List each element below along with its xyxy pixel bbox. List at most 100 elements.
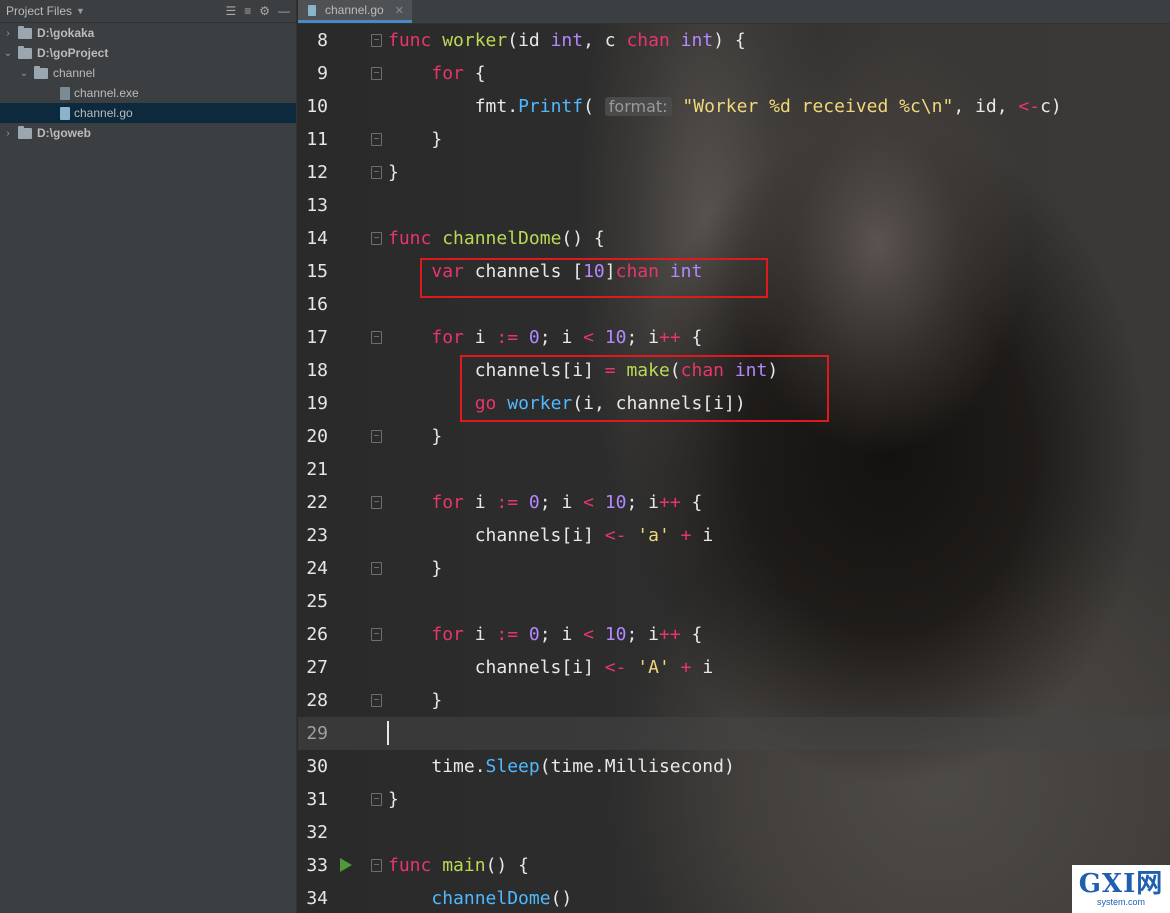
- project-view-selector[interactable]: Project Files ▼: [6, 4, 85, 18]
- tree-item-channel[interactable]: ⌄ channel: [0, 63, 296, 83]
- code-text: channelDome(): [388, 882, 572, 913]
- fold-icon[interactable]: −: [371, 562, 382, 575]
- code-line[interactable]: 13: [298, 189, 1170, 222]
- tree-item-label: channel.go: [74, 106, 133, 120]
- chevron-down-icon[interactable]: ⌄: [2, 48, 14, 59]
- fold-icon[interactable]: −: [371, 166, 382, 179]
- line-number: 8: [317, 30, 328, 51]
- code-token: {: [680, 327, 703, 348]
- folder-icon: [34, 65, 48, 79]
- code-token: channels[i]: [474, 657, 605, 678]
- tree-item-channel-exe[interactable]: channel.exe: [0, 83, 296, 103]
- number-literal: 0: [528, 492, 540, 513]
- code-token: () {: [485, 855, 529, 876]
- operator: <-: [604, 657, 627, 678]
- highlight-box-make-go: [460, 355, 829, 422]
- fold-icon[interactable]: −: [371, 34, 382, 47]
- gear-icon[interactable]: ⚙: [259, 4, 270, 18]
- line-number: 16: [306, 294, 328, 315]
- fold-icon[interactable]: −: [371, 694, 382, 707]
- code-token: }: [431, 129, 443, 150]
- code-line[interactable]: 24 − }: [298, 552, 1170, 585]
- expand-all-icon[interactable]: ☰: [225, 4, 236, 18]
- code-line[interactable]: 10 fmt.Printf( format: "Worker %d receiv…: [298, 90, 1170, 123]
- fold-icon[interactable]: −: [371, 628, 382, 641]
- function-call: channelDome: [431, 888, 551, 909]
- folder-icon: [18, 45, 32, 59]
- tree-item-goproject[interactable]: ⌄ D:\goProject: [0, 43, 296, 63]
- fold-icon[interactable]: −: [371, 859, 382, 872]
- code-line[interactable]: 21: [298, 453, 1170, 486]
- fold-icon[interactable]: −: [371, 232, 382, 245]
- code-line-current[interactable]: 29: [298, 717, 1170, 750]
- code-text: }: [388, 552, 442, 585]
- fold-icon[interactable]: −: [371, 67, 382, 80]
- code-line[interactable]: 14 − func channelDome() {: [298, 222, 1170, 255]
- line-number: 34: [306, 888, 328, 909]
- type-token: int: [680, 30, 714, 51]
- chevron-right-icon[interactable]: ›: [2, 28, 14, 39]
- chevron-down-icon[interactable]: ⌄: [18, 68, 30, 79]
- fold-icon[interactable]: −: [371, 133, 382, 146]
- tab-channel-go[interactable]: channel.go ✕: [298, 0, 412, 23]
- code-line[interactable]: 23 channels[i] <- 'a' + i: [298, 519, 1170, 552]
- go-file-icon: [308, 4, 316, 16]
- code-token: i: [463, 492, 497, 513]
- code-token: , c: [583, 30, 627, 51]
- fold-icon[interactable]: −: [371, 496, 382, 509]
- code-token: c): [1040, 96, 1062, 117]
- operator: ++: [659, 624, 681, 645]
- code-line[interactable]: 25: [298, 585, 1170, 618]
- code-line[interactable]: 12 − }: [298, 156, 1170, 189]
- rune-literal: 'A': [637, 657, 670, 678]
- code-line[interactable]: 26 − for i := 0; i < 10; i++ {: [298, 618, 1170, 651]
- code-token: }: [431, 426, 443, 447]
- code-line[interactable]: 11 − }: [298, 123, 1170, 156]
- code-line[interactable]: 34 channelDome(): [298, 882, 1170, 913]
- code-line[interactable]: 20 − }: [298, 420, 1170, 453]
- code-line[interactable]: 9 − for {: [298, 57, 1170, 90]
- run-icon[interactable]: [340, 858, 352, 872]
- code-line[interactable]: 30 time.Sleep(time.Millisecond): [298, 750, 1170, 783]
- string-literal: "Worker %d received %c\n": [682, 96, 954, 117]
- minimize-icon[interactable]: —: [278, 4, 290, 18]
- chevron-right-icon[interactable]: ›: [2, 128, 14, 139]
- operator: ++: [659, 492, 681, 513]
- code-line[interactable]: 8 − func worker(id int, c chan int) {: [298, 24, 1170, 57]
- line-number: 27: [306, 657, 328, 678]
- code-line[interactable]: 32: [298, 816, 1170, 849]
- tree-item-goweb[interactable]: › D:\goweb: [0, 123, 296, 143]
- code-token: time.: [431, 756, 486, 777]
- code-line[interactable]: 22 − for i := 0; i < 10; i++ {: [298, 486, 1170, 519]
- fold-icon[interactable]: −: [371, 331, 382, 344]
- code-token: (: [583, 96, 594, 117]
- code-line[interactable]: 31 − }: [298, 783, 1170, 816]
- code-editor[interactable]: 8 − func worker(id int, c chan int) { 9 …: [298, 24, 1170, 913]
- type-token: int: [550, 30, 584, 51]
- tree-item-label: D:\gokaka: [37, 26, 95, 40]
- tree-item-gokaka[interactable]: › D:\gokaka: [0, 23, 296, 43]
- operator: <: [583, 492, 594, 513]
- tree-item-channel-go[interactable]: channel.go: [0, 103, 296, 123]
- close-icon[interactable]: ✕: [395, 4, 404, 17]
- keyword: for: [431, 327, 464, 348]
- code-line[interactable]: 17 − for i := 0; i < 10; i++ {: [298, 321, 1170, 354]
- keyword: chan: [626, 30, 670, 51]
- code-line[interactable]: 33 − func main() {: [298, 849, 1170, 882]
- rune-literal: 'a': [637, 525, 670, 546]
- line-number: 32: [306, 822, 328, 843]
- code-token: ; i: [626, 492, 660, 513]
- keyword: for: [431, 63, 464, 84]
- collapse-all-icon[interactable]: ≡: [244, 4, 251, 18]
- code-text: }: [388, 420, 442, 453]
- line-number: 14: [306, 228, 328, 249]
- code-token: {: [680, 492, 703, 513]
- code-line[interactable]: 28 − }: [298, 684, 1170, 717]
- number-literal: 10: [604, 492, 627, 513]
- fold-icon[interactable]: −: [371, 793, 382, 806]
- fold-icon[interactable]: −: [371, 430, 382, 443]
- code-line[interactable]: 27 channels[i] <- 'A' + i: [298, 651, 1170, 684]
